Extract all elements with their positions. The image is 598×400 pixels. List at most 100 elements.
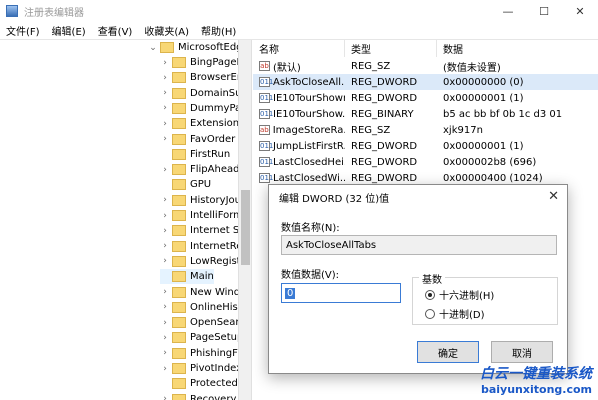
chevron-right-icon[interactable]: ›	[160, 348, 170, 358]
tree-item[interactable]: › PageSetup	[160, 330, 243, 345]
tree-item-label: Recovery	[190, 393, 237, 400]
dialog-close-icon[interactable]: ✕	[548, 189, 559, 204]
tree-item[interactable]: › DomainSu	[160, 86, 242, 101]
value-name-text: (默认)	[273, 62, 301, 74]
value-type-cell: REG_SZ	[351, 124, 391, 136]
value-data-cell: 0x00000000 (0)	[443, 76, 524, 88]
chevron-right-icon[interactable]: ›	[160, 226, 170, 236]
value-row[interactable]: 011JumpListFirstR... REG_DWORD 0x00000001 …	[253, 138, 598, 154]
tree-item[interactable]: › Recovery	[160, 392, 236, 400]
chevron-right-icon[interactable]: ›	[160, 88, 170, 98]
tree-item[interactable]: › FavOrder	[160, 132, 235, 147]
tree-item[interactable]: › PhishingFil	[160, 346, 243, 361]
tree-item[interactable]: Protected	[160, 376, 238, 391]
column-header-data[interactable]: 数据	[437, 40, 598, 57]
value-data-label: 数值数据(V):	[281, 270, 340, 281]
tree-item-label: IntelliForm	[190, 210, 243, 221]
chevron-right-icon[interactable]: ›	[160, 165, 170, 175]
chevron-right-icon[interactable]: ›	[160, 73, 170, 83]
column-header-name[interactable]: 名称	[253, 40, 345, 57]
value-data-cell: b5 ac bb bf 0b 1c d3 01	[443, 108, 563, 120]
value-data-cell: (数值未设置)	[443, 62, 501, 74]
menu-file[interactable]: 文件(F)	[0, 23, 46, 38]
radio-unselected-icon	[425, 308, 435, 319]
tree-item[interactable]: › InternetRe	[160, 239, 242, 254]
watermark-title: 白云一键重装系统	[480, 366, 592, 382]
chevron-right-icon[interactable]: ›	[160, 195, 170, 205]
cancel-button[interactable]: 取消	[491, 341, 553, 363]
title-bar: 注册表编辑器 — ☐ ✕	[0, 0, 598, 22]
chevron-right-icon[interactable]: ›	[160, 302, 170, 312]
value-data-cell: 0x00000001 (1)	[443, 92, 524, 104]
tree-scrollbar[interactable]	[238, 40, 251, 400]
tree-item[interactable]: › New Wind	[160, 285, 240, 300]
tree-item[interactable]: › BrowserEm	[160, 70, 247, 85]
chevron-right-icon[interactable]: ›	[160, 241, 170, 251]
value-data-cell: 0x00000400 (1024)	[443, 172, 543, 184]
tree-item-label: OnlineHist	[190, 301, 242, 313]
tree-item[interactable]: › IntelliForm	[160, 208, 243, 223]
chevron-right-icon[interactable]: ›	[160, 394, 170, 400]
folder-icon	[172, 72, 186, 84]
menu-favorites[interactable]: 收藏夹(A)	[138, 23, 195, 38]
binary-value-icon: 011	[259, 157, 274, 167]
maximize-button[interactable]: ☐	[526, 0, 562, 22]
chevron-right-icon[interactable]: ›	[160, 256, 170, 266]
folder-icon	[172, 301, 186, 313]
value-row[interactable]: ab (默认) REG_SZ (数值未设置)	[253, 58, 598, 74]
value-row[interactable]: 011 IE10TourShow... REG_BINARY b5 ac bb bf …	[253, 106, 598, 122]
tree-item[interactable]: › BingPageD	[160, 55, 244, 70]
value-data-input[interactable]: 0	[281, 283, 401, 303]
chevron-right-icon[interactable]: ›	[160, 119, 170, 129]
tree-item[interactable]: › HistoryJou	[160, 193, 241, 208]
radio-decimal[interactable]: 十进制(D)	[425, 306, 485, 321]
menu-edit[interactable]: 编辑(E)	[46, 23, 92, 38]
value-row[interactable]: 011 AskToCloseAll... REG_DWORD 0x00000000 (…	[253, 74, 598, 90]
tree-item[interactable]: FirstRun	[160, 147, 230, 162]
tree-item[interactable]: GPU	[160, 177, 211, 192]
chevron-right-icon[interactable]: ›	[160, 287, 170, 297]
folder-icon	[172, 148, 186, 160]
tree-item-label: BingPageD	[190, 57, 245, 68]
tree-item-parent[interactable]: ⌄ MicrosoftEdg	[148, 40, 243, 55]
chevron-right-icon[interactable]: ›	[160, 333, 170, 343]
tree-item-label: Main	[190, 271, 214, 283]
chevron-right-icon[interactable]: ›	[160, 58, 170, 68]
tree-item[interactable]: › DummyPa	[160, 101, 241, 116]
tree-item[interactable]: › FlipAhead	[160, 162, 239, 177]
radio-hexadecimal[interactable]: 十六进制(H)	[425, 287, 494, 302]
value-data-text: 0	[285, 287, 296, 299]
tree-item[interactable]: › PivotIndex	[160, 361, 242, 376]
dialog-title: 编辑 DWORD (32 位)值	[279, 193, 390, 205]
chevron-right-icon[interactable]: ›	[160, 103, 170, 113]
chevron-right-icon[interactable]: ›	[160, 211, 170, 221]
tree-item[interactable]: › Extensions	[160, 116, 244, 131]
value-row[interactable]: ab ImageStoreRa... REG_SZ xjk917n	[253, 122, 598, 138]
value-row[interactable]: 011 IE10TourShown REG_DWORD 0x00000001 (1)	[253, 90, 598, 106]
menu-help[interactable]: 帮助(H)	[195, 23, 242, 38]
tree-item-label: FlipAhead	[190, 164, 240, 176]
minimize-button[interactable]: —	[490, 0, 526, 22]
menu-view[interactable]: 查看(V)	[92, 23, 139, 38]
tree-scrollbar-thumb[interactable]	[241, 190, 250, 265]
column-header-type[interactable]: 类型	[345, 40, 437, 57]
chevron-right-icon[interactable]: ›	[160, 364, 170, 374]
tree-item[interactable]: Main	[160, 269, 214, 285]
ok-button[interactable]: 确定	[417, 341, 479, 363]
chevron-right-icon[interactable]: ›	[160, 318, 170, 328]
value-row[interactable]: 011LastClosedHei... REG_DWORD 0x000002b8 (…	[253, 154, 598, 170]
chevron-right-icon[interactable]: ›	[160, 134, 170, 144]
value-name-cell: 011LastClosedHei...	[259, 157, 345, 168]
tree-item-label: FirstRun	[190, 148, 231, 160]
value-type-cell: REG_SZ	[351, 60, 391, 72]
tree-item[interactable]: › OpenSear	[160, 315, 239, 330]
tree-item[interactable]: › Internet Se	[160, 223, 245, 238]
folder-icon	[172, 347, 186, 359]
chevron-down-icon[interactable]: ⌄	[148, 43, 158, 53]
value-type-cell: REG_DWORD	[351, 172, 418, 184]
tree-item[interactable]: › LowRegist	[160, 254, 241, 269]
folder-icon	[172, 179, 186, 191]
registry-tree: ⌄ MicrosoftEdg › BingPageD › BrowserEm › Doma…	[0, 40, 252, 400]
close-window-button[interactable]: ✕	[562, 0, 598, 22]
tree-item[interactable]: › OnlineHist	[160, 300, 242, 315]
